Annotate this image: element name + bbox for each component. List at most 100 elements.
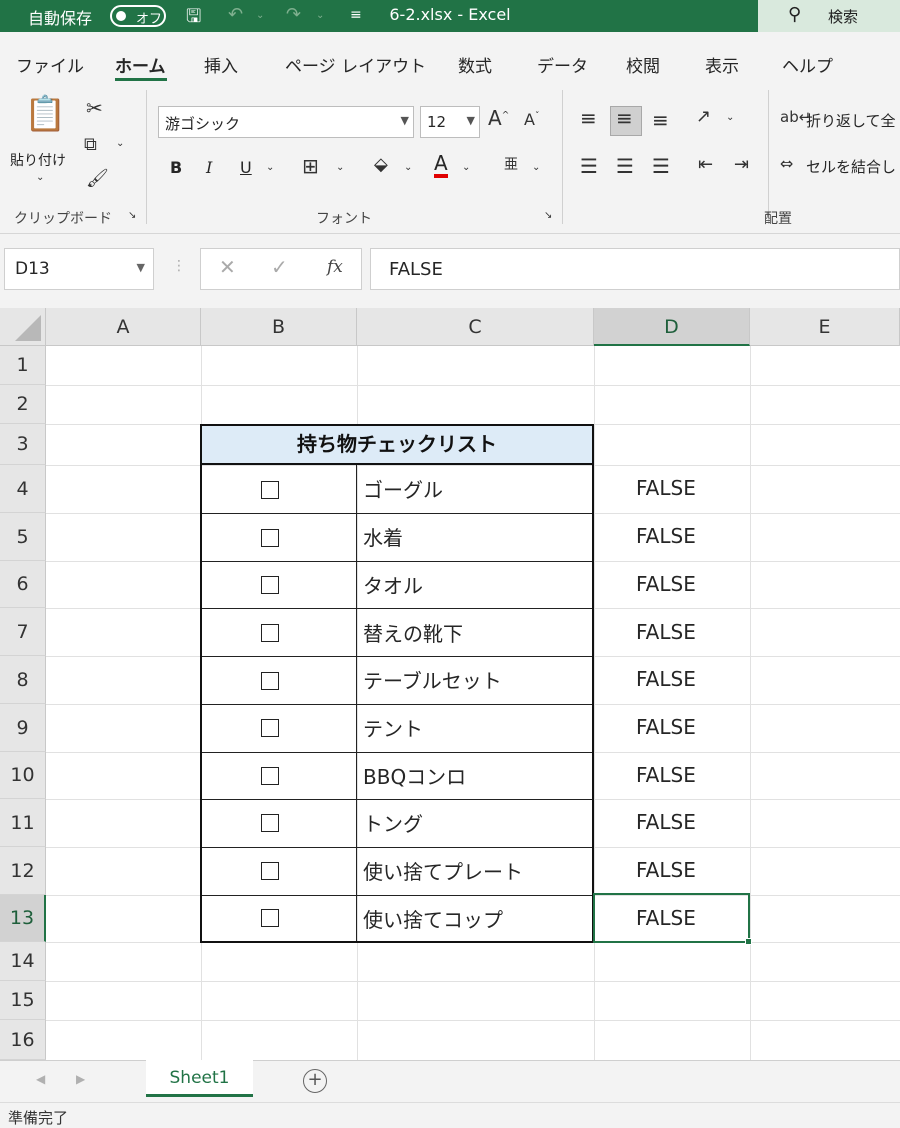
row-header-8[interactable]: 8 <box>0 656 46 704</box>
item-name-cell[interactable]: テント <box>363 713 423 742</box>
tab-file[interactable]: ファイル <box>16 52 84 77</box>
orientation-icon[interactable]: ↗ <box>696 106 711 127</box>
align-top-icon[interactable]: ≡ <box>580 106 597 130</box>
row-header-9[interactable]: 9 <box>0 704 46 752</box>
next-sheet-icon[interactable]: ▶ <box>76 1072 85 1086</box>
formula-input[interactable]: FALSE <box>370 248 900 290</box>
insert-function-button[interactable]: fx <box>327 257 343 277</box>
tab-page-layout[interactable]: ページ レイアウト <box>285 52 426 77</box>
column-header-a[interactable]: A <box>46 308 201 346</box>
font-launcher-icon[interactable]: ↘ <box>544 210 552 221</box>
tab-review[interactable]: 校閲 <box>626 52 660 77</box>
item-checkbox[interactable] <box>261 719 279 737</box>
select-all-button[interactable] <box>0 308 46 346</box>
column-header-d[interactable]: D <box>594 308 750 346</box>
fill-handle[interactable] <box>745 938 752 945</box>
item-checkbox[interactable] <box>261 814 279 832</box>
merge-cells-icon[interactable]: ⇔ <box>780 154 793 173</box>
item-checkbox[interactable] <box>261 576 279 594</box>
linked-value-cell[interactable]: FALSE <box>636 715 696 739</box>
item-checkbox[interactable] <box>261 672 279 690</box>
item-name-cell[interactable]: 使い捨てコップ <box>363 904 503 933</box>
align-bottom-icon[interactable]: ≡ <box>652 108 669 132</box>
item-name-cell[interactable]: ゴーグル <box>363 474 443 503</box>
item-name-cell[interactable]: BBQコンロ <box>363 761 466 790</box>
column-header-b[interactable]: B <box>201 308 357 346</box>
align-left-icon[interactable]: ☰ <box>580 154 598 178</box>
linked-value-cell[interactable]: FALSE <box>636 524 696 548</box>
underline-dropdown-icon[interactable]: ⌄ <box>266 162 274 173</box>
fill-color-icon[interactable]: ⬙ <box>374 154 388 175</box>
row-header-3[interactable]: 3 <box>0 424 46 465</box>
bold-button[interactable]: B <box>170 158 182 177</box>
tab-data[interactable]: データ <box>537 52 588 77</box>
row-header-12[interactable]: 12 <box>0 847 46 895</box>
linked-value-cell[interactable]: FALSE <box>636 858 696 882</box>
row-header-10[interactable]: 10 <box>0 752 46 799</box>
phonetic-icon[interactable]: 亜 <box>504 154 518 174</box>
item-name-cell[interactable]: トング <box>363 808 423 837</box>
item-checkbox[interactable] <box>261 481 279 499</box>
decrease-font-icon[interactable]: Aˇ <box>524 110 539 129</box>
row-header-1[interactable]: 1 <box>0 346 46 385</box>
paste-button[interactable]: 貼り付け <box>10 150 66 170</box>
tab-formulas[interactable]: 数式 <box>458 52 492 77</box>
item-checkbox[interactable] <box>261 624 279 642</box>
increase-font-icon[interactable]: A^ <box>488 106 509 130</box>
item-checkbox[interactable] <box>261 767 279 785</box>
font-name-select[interactable]: 游ゴシック ▼ <box>158 106 414 138</box>
format-painter-icon[interactable]: 🖌 <box>86 168 109 189</box>
row-header-11[interactable]: 11 <box>0 799 46 847</box>
align-center-icon[interactable]: ☰ <box>616 154 634 178</box>
row-header-2[interactable]: 2 <box>0 385 46 424</box>
worksheet-grid[interactable]: A B C D E 1 2 3 4 5 6 7 8 9 10 11 12 13 … <box>0 308 900 1060</box>
borders-icon[interactable]: ⊞ <box>302 154 319 178</box>
row-header-13[interactable]: 13 <box>0 895 46 942</box>
add-sheet-button[interactable]: + <box>303 1069 327 1093</box>
row-header-15[interactable]: 15 <box>0 981 46 1020</box>
merge-cells-button[interactable]: セルを結合し <box>806 156 896 177</box>
row-header-5[interactable]: 5 <box>0 513 46 561</box>
tab-home[interactable]: ホーム <box>115 52 166 77</box>
orientation-dropdown-icon[interactable]: ⌄ <box>726 112 734 123</box>
italic-button[interactable]: I <box>206 158 212 177</box>
item-name-cell[interactable]: 水着 <box>363 522 403 551</box>
tab-insert[interactable]: 挿入 <box>204 52 238 77</box>
increase-indent-icon[interactable]: ⇥ <box>734 154 749 175</box>
font-color-button[interactable]: A <box>434 152 448 178</box>
cut-icon[interactable]: ✂ <box>86 96 103 120</box>
borders-dropdown-icon[interactable]: ⌄ <box>336 162 344 173</box>
linked-value-cell[interactable]: FALSE <box>636 810 696 834</box>
phonetic-dropdown-icon[interactable]: ⌄ <box>532 162 540 173</box>
row-header-7[interactable]: 7 <box>0 608 46 656</box>
row-header-16[interactable]: 16 <box>0 1020 46 1060</box>
prev-sheet-icon[interactable]: ◀ <box>36 1072 45 1086</box>
linked-value-cell[interactable]: FALSE <box>636 572 696 596</box>
item-name-cell[interactable]: タオル <box>363 570 423 599</box>
row-header-14[interactable]: 14 <box>0 942 46 981</box>
item-checkbox[interactable] <box>261 529 279 547</box>
item-name-cell[interactable]: テーブルセット <box>363 665 502 694</box>
copy-icon[interactable]: ⧉ <box>84 134 97 155</box>
checklist-title[interactable]: 持ち物チェックリスト <box>200 424 594 465</box>
row-header-4[interactable]: 4 <box>0 465 46 513</box>
tab-view[interactable]: 表示 <box>705 52 739 77</box>
row-header-6[interactable]: 6 <box>0 561 46 608</box>
linked-value-cell[interactable]: FALSE <box>636 620 696 644</box>
linked-value-cell[interactable]: FALSE <box>636 667 696 691</box>
search-box[interactable]: ⚲ 検索 <box>758 0 900 32</box>
clipboard-launcher-icon[interactable]: ↘ <box>128 210 136 221</box>
cancel-icon[interactable]: ✕ <box>219 255 236 279</box>
item-name-cell[interactable]: 替えの靴下 <box>363 618 463 647</box>
decrease-indent-icon[interactable]: ⇤ <box>698 154 713 175</box>
item-checkbox[interactable] <box>261 909 279 927</box>
fill-color-dropdown-icon[interactable]: ⌄ <box>404 162 412 173</box>
name-box[interactable]: D13 ▼ <box>4 248 154 290</box>
copy-dropdown-icon[interactable]: ⌄ <box>116 138 124 149</box>
font-color-dropdown-icon[interactable]: ⌄ <box>462 162 470 173</box>
splitter-handle[interactable]: ⋮ <box>172 258 186 274</box>
align-right-icon[interactable]: ☰ <box>652 154 670 178</box>
paste-icon[interactable]: 📋 <box>24 94 66 134</box>
linked-value-cell[interactable]: FALSE <box>636 476 696 500</box>
column-header-c[interactable]: C <box>357 308 594 346</box>
